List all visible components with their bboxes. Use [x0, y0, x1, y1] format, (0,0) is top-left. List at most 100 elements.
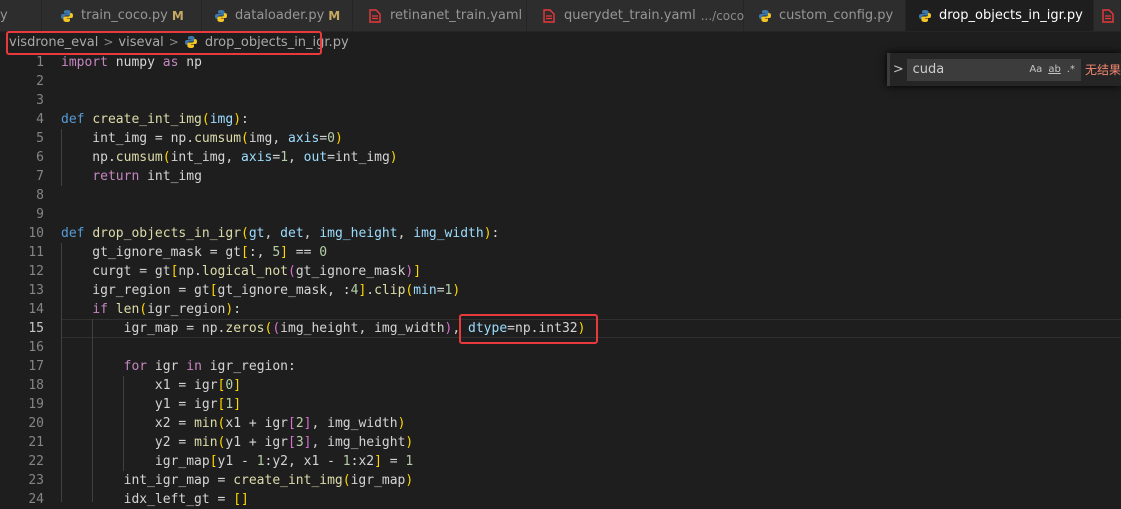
code-token: ) [452, 283, 461, 298]
code-line[interactable]: return int_img [61, 167, 1121, 186]
code-token: , [288, 150, 304, 165]
code-token: ] [280, 245, 288, 260]
find-widget: > cuda Aa ab .* 无结果 [887, 53, 1121, 86]
code-token: = [319, 131, 328, 146]
code-token: y1 = igr [61, 397, 218, 412]
code-token: int_img, [170, 150, 242, 165]
code-line[interactable] [61, 91, 1121, 110]
code-line[interactable]: curgt = gt[np.logical_not(gt_ignore_mask… [61, 262, 1121, 281]
line-number[interactable]: 11 [0, 243, 44, 262]
code-token: min [194, 435, 218, 450]
code-token: igr_region: [201, 359, 296, 374]
breadcrumb-folder-viseval[interactable]: viseval [118, 35, 163, 50]
match-whole-word-toggle[interactable]: ab [1048, 64, 1060, 75]
line-number[interactable]: 12 [0, 262, 44, 281]
code-token: curgt = gt [61, 264, 171, 279]
code-line[interactable] [61, 205, 1121, 224]
code-token: in [186, 359, 202, 374]
tab-retinanet-train[interactable]: retinanet_train.yaml [353, 0, 527, 31]
code-token: = [436, 283, 445, 298]
code-line[interactable]: def create_int_img(img): [61, 110, 1121, 129]
tab-partial[interactable]: y [0, 0, 42, 31]
code-token: np. [61, 150, 116, 165]
code-line[interactable] [61, 338, 1121, 357]
line-number[interactable]: 22 [0, 452, 44, 471]
code-line[interactable]: for igr in igr_region: [61, 357, 1121, 376]
tab-dataloader[interactable]: dataloader.py M [202, 0, 353, 31]
line-number[interactable]: 17 [0, 357, 44, 376]
code-token: , img_height [311, 435, 406, 450]
code-line[interactable]: igr_map[y1 - 1:y2, x1 - 1:x2] = 1 [61, 452, 1121, 471]
code-token: , [303, 226, 320, 241]
code-token: ] [374, 454, 382, 469]
code-token: =np.int32 [507, 321, 578, 336]
code-token: idx_left_gt = [61, 492, 234, 507]
find-input[interactable]: cuda Aa ab .* [906, 58, 1081, 81]
code-line[interactable]: int_igr_map = create_int_img(igr_map) [61, 471, 1121, 490]
line-number[interactable]: 14 [0, 300, 44, 319]
tab-overflow[interactable] [1094, 0, 1121, 31]
code-content[interactable]: import numpy as np def create_int_img(im… [61, 53, 1121, 509]
line-number[interactable]: 23 [0, 471, 44, 490]
line-number[interactable]: 18 [0, 376, 44, 395]
code-token: 0 [319, 245, 328, 260]
use-regex-toggle[interactable]: .* [1067, 64, 1075, 75]
line-number[interactable]: 9 [0, 205, 44, 224]
line-number[interactable]: 2 [0, 72, 44, 91]
line-number[interactable]: 21 [0, 433, 44, 452]
code-token: int_igr_map = [61, 473, 234, 488]
line-number[interactable]: 13 [0, 281, 44, 300]
modified-indicator: M [328, 8, 341, 23]
line-number[interactable]: 10 [0, 224, 44, 243]
code-token: np. [178, 264, 202, 279]
match-case-toggle[interactable]: Aa [1029, 64, 1042, 75]
code-editor[interactable]: 1 2 3 4 5 6 7 8 9 10 11 12 13 14 15 16 17 18 19 20 21 22 23 24 … [0, 53, 1121, 507]
line-number[interactable]: 3 [0, 91, 44, 110]
code-token: gt_ignore_mask = gt [61, 245, 242, 260]
breadcrumb-file[interactable]: drop_objects_in_igr.py [205, 35, 349, 50]
code-line[interactable]: igr_region = gt[gt_ignore_mask, :4].clip… [61, 281, 1121, 300]
line-number[interactable]: 6 [0, 148, 44, 167]
code-line[interactable] [61, 186, 1121, 205]
code-line[interactable]: idx_left_gt = [] [61, 490, 1121, 509]
code-line[interactable]: igr_map = np.zeros((img_height, img_widt… [61, 319, 1121, 338]
code-token: ( [272, 321, 281, 336]
code-token: gt_ignore_mask, : [217, 283, 351, 298]
chevron-right-icon[interactable]: > [890, 62, 907, 77]
code-line[interactable]: y2 = min(y1 + igr[3], img_height) [61, 433, 1121, 452]
tab-drop-objects-in-igr[interactable]: drop_objects_in_igr.py [906, 0, 1094, 31]
line-number[interactable]: 15 [0, 319, 44, 338]
modified-indicator: M [171, 8, 184, 23]
tab-querydet-train[interactable]: querydet_train.yaml .../coco [527, 0, 744, 31]
code-token: np [178, 55, 202, 70]
code-line[interactable]: y1 = igr[1] [61, 395, 1121, 414]
breadcrumb-folder-visdrone-eval[interactable]: visdrone_eval [9, 35, 98, 50]
code-line[interactable]: x2 = min(x1 + igr[2], img_width) [61, 414, 1121, 433]
code-token: =int_img [327, 150, 390, 165]
line-number[interactable]: 8 [0, 186, 44, 205]
tab-custom-config[interactable]: custom_config.py [744, 0, 906, 31]
line-number[interactable]: 7 [0, 167, 44, 186]
line-number[interactable]: 4 [0, 110, 44, 129]
tab-label: drop_objects_in_igr.py [939, 8, 1083, 23]
code-token: ( [342, 473, 351, 488]
line-number[interactable]: 16 [0, 338, 44, 357]
line-number[interactable]: 24 [0, 490, 44, 509]
line-number[interactable]: 20 [0, 414, 44, 433]
line-number[interactable]: 19 [0, 395, 44, 414]
code-line[interactable]: if len(igr_region): [61, 300, 1121, 319]
code-token: ) [397, 416, 406, 431]
python-icon [214, 9, 228, 23]
line-number[interactable]: 5 [0, 129, 44, 148]
code-token: min [413, 283, 437, 298]
code-token: as [162, 55, 179, 70]
code-line[interactable]: x1 = igr[0] [61, 376, 1121, 395]
code-line[interactable]: gt_ignore_mask = gt[:, 5] == 0 [61, 243, 1121, 262]
code-line[interactable]: np.cumsum(int_img, axis=1, out=int_img) [61, 148, 1121, 167]
line-number[interactable]: 1 [0, 53, 44, 72]
tab-train-coco[interactable]: train_coco.py M [42, 0, 202, 31]
find-input-value[interactable]: cuda [913, 62, 1030, 77]
code-token: ) [405, 435, 414, 450]
code-line[interactable]: int_img = np.cumsum(img, axis=0) [61, 129, 1121, 148]
code-line[interactable]: def drop_objects_in_igr(gt, det, img_hei… [61, 224, 1121, 243]
